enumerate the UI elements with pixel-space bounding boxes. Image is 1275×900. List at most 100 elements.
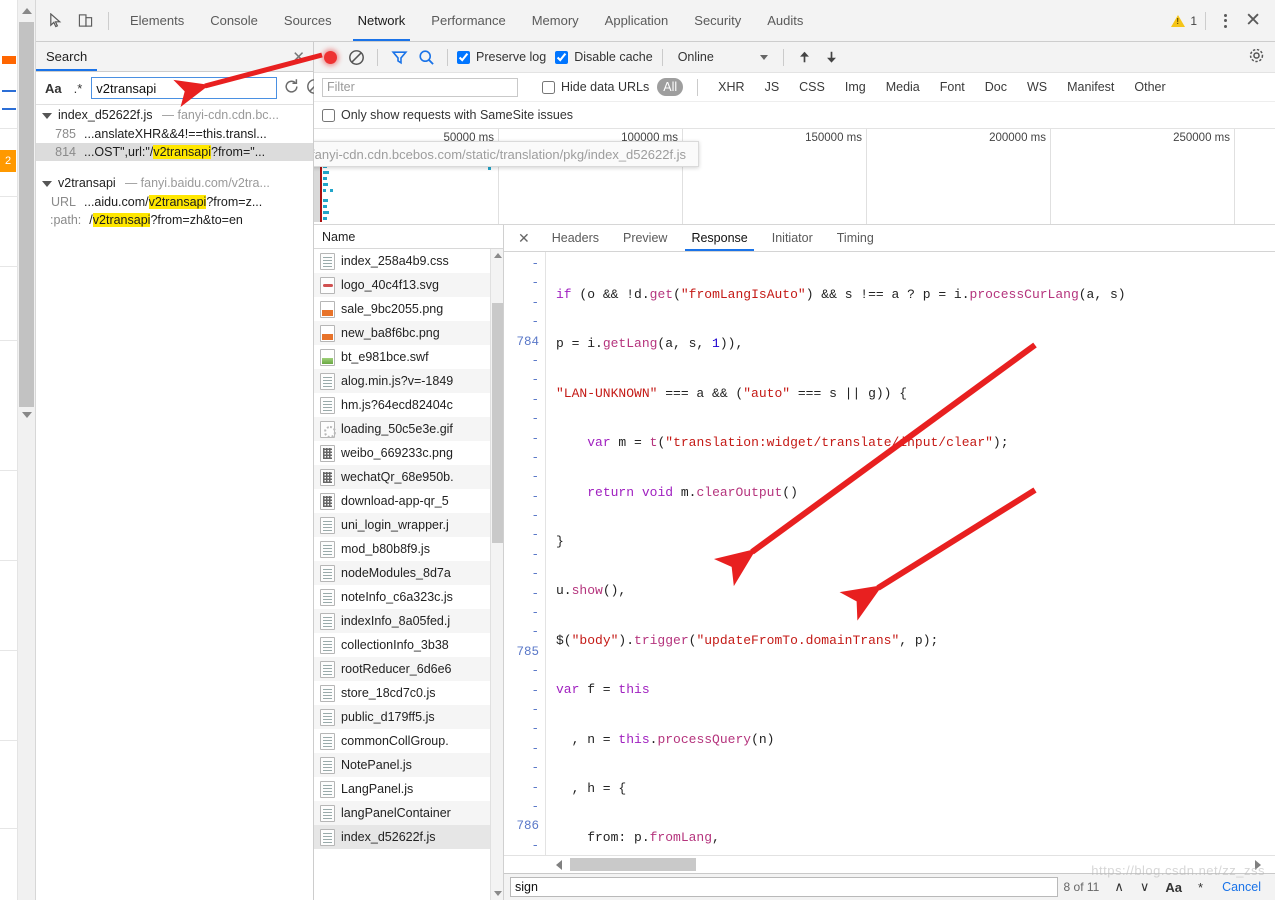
search-icon[interactable] (414, 46, 438, 68)
tab-headers[interactable]: Headers (540, 225, 611, 251)
samesite-input[interactable] (322, 108, 335, 122)
request-list-header[interactable]: Name (314, 225, 503, 249)
import-har-icon[interactable] (793, 46, 817, 68)
record-button[interactable] (324, 50, 337, 64)
request-row[interactable]: public_d179ff5.js (314, 705, 503, 729)
close-search-drawer-icon[interactable]: ✕ (284, 48, 313, 66)
close-detail-icon[interactable]: ✕ (508, 230, 540, 247)
network-filter-input[interactable] (322, 77, 518, 97)
filter-type-manifest[interactable]: Manifest (1061, 78, 1120, 96)
find-input[interactable] (510, 877, 1058, 897)
tab-response[interactable]: Response (679, 225, 759, 251)
tab-application[interactable]: Application (592, 0, 682, 41)
scroll-down-arrow-icon[interactable] (22, 412, 32, 418)
filter-type-doc[interactable]: Doc (979, 78, 1013, 96)
tab-search[interactable]: Search (36, 42, 98, 71)
filter-type-xhr[interactable]: XHR (712, 78, 750, 96)
scrollbar-thumb[interactable] (492, 303, 503, 543)
filter-type-other[interactable]: Other (1128, 78, 1171, 96)
request-row[interactable]: wechatQr_68e950b. (314, 465, 503, 489)
throttling-select[interactable]: Online (672, 50, 774, 64)
filter-type-css[interactable]: CSS (793, 78, 831, 96)
request-row[interactable]: download-app-qr_5 (314, 489, 503, 513)
refresh-icon[interactable] (283, 78, 300, 98)
page-scrollbar[interactable] (18, 0, 36, 900)
filter-icon[interactable] (387, 46, 411, 68)
request-row[interactable]: uni_login_wrapper.j (314, 513, 503, 537)
filter-type-ws[interactable]: WS (1021, 78, 1053, 96)
preserve-log-checkbox[interactable]: Preserve log (457, 50, 546, 64)
filter-type-img[interactable]: Img (839, 78, 872, 96)
disable-cache-checkbox[interactable]: Disable cache (555, 50, 653, 64)
clear-icon[interactable] (344, 46, 368, 68)
filter-type-all[interactable]: All (657, 78, 684, 96)
tab-security[interactable]: Security (681, 0, 754, 41)
request-row[interactable]: indexInfo_8a05fed.j (314, 609, 503, 633)
scroll-right-arrow-icon[interactable] (1255, 860, 1261, 870)
samesite-checkbox[interactable]: Only show requests with SameSite issues (322, 108, 573, 122)
scroll-down-arrow-icon[interactable] (494, 891, 502, 896)
tab-console[interactable]: Console (197, 0, 271, 41)
request-row[interactable]: LangPanel.js (314, 777, 503, 801)
search-result-match[interactable]: 785 ...anslateXHR&&4!==this.transl... (36, 125, 313, 143)
device-toolbar-icon[interactable] (70, 6, 100, 36)
tab-network[interactable]: Network (345, 0, 419, 41)
request-row[interactable]: index_d52622f.js (314, 825, 503, 849)
hide-data-urls-checkbox[interactable]: Hide data URLs (542, 80, 649, 94)
tab-elements[interactable]: Elements (117, 0, 197, 41)
scrollbar-thumb[interactable] (570, 858, 696, 871)
filter-type-font[interactable]: Font (934, 78, 971, 96)
request-row[interactable]: collectionInfo_3b38 (314, 633, 503, 657)
scroll-up-arrow-icon[interactable] (22, 8, 32, 14)
response-code-view[interactable]: - - - - 784 - - - - - - - - - - - - - - … (504, 252, 1275, 855)
request-row[interactable]: weibo_669233c.png (314, 441, 503, 465)
find-cancel-button[interactable]: Cancel (1214, 880, 1269, 894)
tab-initiator[interactable]: Initiator (760, 225, 825, 251)
request-row[interactable]: mod_b80b8f9.js (314, 537, 503, 561)
find-regex-toggle[interactable]: * (1193, 880, 1208, 895)
request-row[interactable]: index_258a4b9.css (314, 249, 503, 273)
scroll-left-arrow-icon[interactable] (556, 860, 562, 870)
request-row[interactable]: nodeModules_8d7a (314, 561, 503, 585)
code-horizontal-scrollbar[interactable] (504, 855, 1275, 873)
search-result-match[interactable]: 814 ...OST",url:"/v2transapi?from="... (36, 143, 313, 161)
request-row[interactable]: loading_50c5e3e.gif (314, 417, 503, 441)
settings-gear-icon[interactable] (1248, 47, 1269, 67)
chevron-down-icon[interactable] (42, 113, 52, 119)
request-row[interactable]: alog.min.js?v=-1849 (314, 369, 503, 393)
tab-performance[interactable]: Performance (418, 0, 518, 41)
network-overview-timeline[interactable]: 50000 ms 100000 ms 150000 ms 200000 ms 2… (314, 129, 1275, 225)
find-prev-button[interactable]: ∧ (1109, 879, 1129, 895)
warning-indicator[interactable]: 1 (1171, 14, 1197, 28)
request-row[interactable]: new_ba8f6bc.png (314, 321, 503, 345)
request-list-scrollbar[interactable] (490, 249, 503, 900)
request-row[interactable]: langPanelContainer (314, 801, 503, 825)
find-next-button[interactable]: ∨ (1135, 879, 1155, 895)
tab-memory[interactable]: Memory (519, 0, 592, 41)
request-row[interactable]: NotePanel.js (314, 753, 503, 777)
code-content[interactable]: if (o && !d.get("fromLangIsAuto") && s !… (544, 252, 1275, 855)
filter-type-js[interactable]: JS (759, 78, 786, 96)
request-row[interactable]: commonCollGroup. (314, 729, 503, 753)
request-row[interactable]: bt_e981bce.swf (314, 345, 503, 369)
chevron-down-icon[interactable] (42, 181, 52, 187)
request-row[interactable]: sale_9bc2055.png (314, 297, 503, 321)
request-row[interactable]: hm.js?64ecd82404c (314, 393, 503, 417)
request-list-body[interactable]: index_258a4b9.css logo_40c4f13.svg sale_… (314, 249, 503, 900)
preserve-log-input[interactable] (457, 50, 470, 64)
more-options-icon[interactable] (1214, 13, 1237, 28)
find-match-case-toggle[interactable]: Aa (1160, 880, 1187, 895)
request-row[interactable]: noteInfo_c6a323c.js (314, 585, 503, 609)
scroll-up-arrow-icon[interactable] (494, 253, 502, 258)
export-har-icon[interactable] (820, 46, 844, 68)
search-result-file[interactable]: v2transapi — fanyi.baidu.com/v2tra... (36, 173, 313, 193)
search-result-match[interactable]: URL ...aidu.com/v2transapi?from=z... (36, 193, 313, 211)
request-row[interactable]: store_18cd7c0.js (314, 681, 503, 705)
close-devtools-icon[interactable]: ✕ (1237, 11, 1269, 30)
regex-toggle[interactable]: .* (71, 81, 86, 96)
match-case-toggle[interactable]: Aa (42, 81, 65, 96)
disable-cache-input[interactable] (555, 50, 569, 64)
tab-audits[interactable]: Audits (754, 0, 816, 41)
tab-sources[interactable]: Sources (271, 0, 345, 41)
tab-timing[interactable]: Timing (825, 225, 886, 251)
